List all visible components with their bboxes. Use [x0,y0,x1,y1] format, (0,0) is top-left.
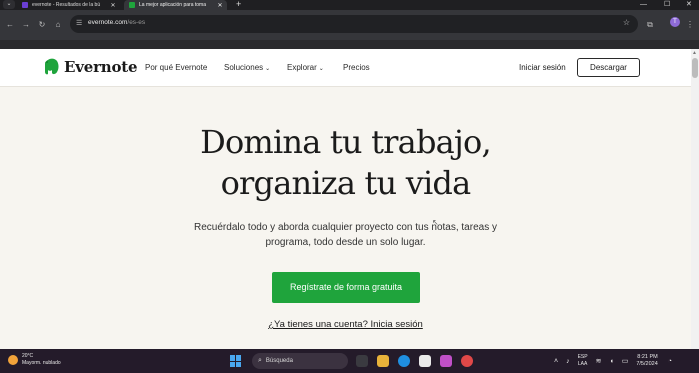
weather-desc: Mayorm. nublado [22,360,61,366]
start-button-icon[interactable] [230,355,242,367]
hero-title-line2: organiza tu vida [220,164,472,202]
tab-title: La mejor aplicación para toma [139,2,206,8]
home-icon[interactable]: ⌂ [52,10,64,40]
nav-pricing[interactable]: Precios [343,63,370,72]
chevron-up-icon[interactable]: ˄ [554,358,558,365]
app-icon[interactable] [440,355,452,367]
task-view-icon[interactable] [356,355,368,367]
microphone-icon[interactable]: ♪ [566,358,570,365]
profile-avatar[interactable]: T [670,17,680,27]
signup-free-button[interactable]: Regístrate de forma gratuita [272,272,420,303]
taskbar-search[interactable]: ⌕ Búsqueda [252,353,348,369]
store-icon[interactable] [419,355,431,367]
chevron-down-icon: ⌄ [265,66,271,72]
scrollbar-thumb[interactable] [692,58,698,78]
windows-taskbar: 20°C Mayorm. nublado ⌕ Búsqueda ˄ ♪ ESP … [0,349,699,373]
nav-why-evernote[interactable]: Por qué Evernote [145,63,207,72]
extensions-icon[interactable]: ⧉ [644,10,656,40]
window-close-icon[interactable]: ✕ [686,0,692,9]
weather-sun-icon [8,355,18,365]
weather-widget[interactable]: 20°C Mayorm. nublado [8,353,61,367]
taskbar-apps: ⌕ Búsqueda [230,352,482,370]
new-tab-button[interactable]: + [236,0,241,9]
browser-toolbar: ← → ↻ ⌂ ☰ evernote.com/es-es ☆ ⧉ ⋮ [0,10,699,40]
clock[interactable]: 8:21 PM 7/5/2024 [636,354,657,368]
forward-arrow-icon[interactable]: → [20,10,32,40]
chevron-down-icon: ⌄ [318,66,324,72]
site-header: Evernote Por qué Evernote Soluciones ⌄ Ex… [0,49,691,87]
hero-subtitle-line2: programa, todo desde un solo lugar. [265,237,426,248]
search-icon: ⌕ [258,357,262,364]
evernote-logo[interactable]: Evernote [44,58,138,76]
browser-menu-icon[interactable]: ⋮ [684,10,696,40]
download-button[interactable]: Descargar [577,58,640,77]
logo-text: Evernote [64,58,138,76]
login-link[interactable]: Iniciar sesión [519,63,566,72]
scroll-up-icon[interactable]: ▲ [692,50,697,56]
page-scrollbar[interactable]: ▲ [691,49,699,349]
site-info-icon[interactable]: ☰ [76,19,82,27]
back-arrow-icon[interactable]: ← [4,10,16,40]
volume-icon[interactable]: ◖ [609,358,613,365]
file-explorer-icon[interactable] [377,355,389,367]
elephant-logo-icon [45,58,59,75]
chrome-icon[interactable] [461,355,473,367]
tab-evernote[interactable]: La mejor aplicación para toma ✕ [124,0,227,10]
nav-explore[interactable]: Explorar ⌄ [287,63,324,72]
hero-subtitle: Recuérdalo todo y aborda cualquier proye… [0,220,691,250]
nav-solutions[interactable]: Soluciones ⌄ [224,63,270,72]
weather-temp: 20°C [22,353,34,359]
minimize-icon[interactable]: — [640,0,647,9]
tab-search-icon[interactable]: ⌄ [3,0,15,9]
tab-title: evernote - Resultados de la bú [32,2,101,8]
evernote-favicon-icon [129,2,135,8]
address-bar[interactable]: ☰ evernote.com/es-es ☆ [70,15,638,33]
system-tray: ˄ ♪ ESP LAA ≋ ◖ ▭ 8:21 PM 7/5/2024 ◔ [554,352,680,370]
taskbar-search-label: Búsqueda [265,358,293,364]
battery-icon[interactable]: ▭ [622,357,629,365]
edge-browser-icon[interactable] [398,355,410,367]
input-language[interactable]: ESP LAA [578,354,588,368]
hero-subtitle-line1: Recuérdalo todo y aborda cualquier proye… [194,222,497,233]
yahoo-favicon-icon [22,2,28,8]
hero-title: Domina tu trabajo, organiza tu vida [0,122,691,204]
maximize-icon[interactable]: ☐ [664,0,670,9]
reload-icon[interactable]: ↻ [36,10,48,40]
mouse-cursor-icon: ↖ [432,218,439,227]
have-account-login-link[interactable]: ¿Ya tienes una cuenta? Inicia sesión [0,319,691,330]
tab-close-icon[interactable]: ✕ [216,2,224,9]
browser-tab-strip: ⌄ evernote - Resultados de la bú ✕ La me… [0,0,699,10]
tab-close-icon[interactable]: ✕ [109,2,117,9]
hero-title-line1: Domina tu trabajo, [200,123,492,161]
bookmark-star-icon[interactable]: ☆ [623,18,630,27]
wifi-icon[interactable]: ≋ [596,357,602,365]
notifications-bell-icon[interactable]: ◔ [668,358,672,365]
bookmarks-bar-area [0,40,699,49]
tab-search-results[interactable]: evernote - Resultados de la bú ✕ [17,0,120,10]
url-text[interactable]: evernote.com/es-es [88,19,145,26]
